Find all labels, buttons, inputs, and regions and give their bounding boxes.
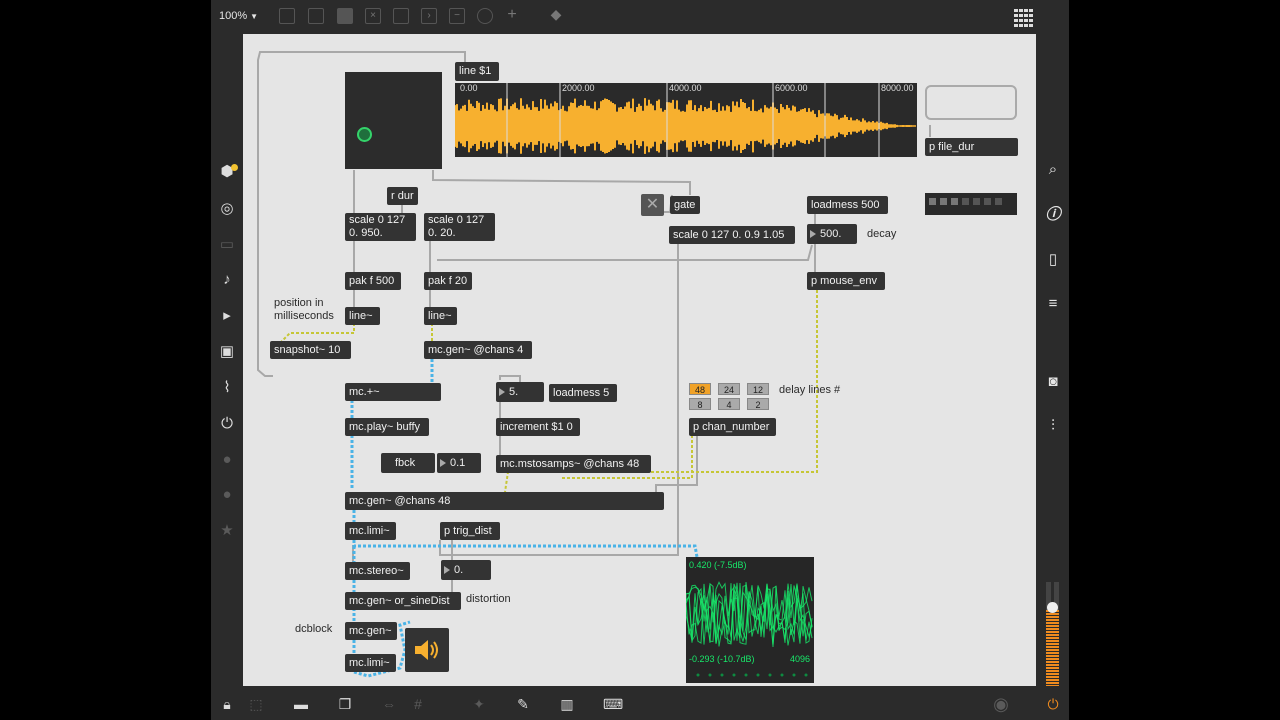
number-0-1[interactable]: 0.1 [437,453,481,473]
speaker-icon [415,640,438,660]
mc-mstosamps[interactable]: mc.mstosamps~ @chans 48 [496,455,651,473]
number-500[interactable]: 500. [807,224,857,244]
bottom-toolbar: 🔒︎ ⬚ ▬ ❐ ⇔ # ✦ ✎ ▥ ⌨ ◉ ⏻ [211,688,1069,720]
delay-tab-2[interactable]: 2 [747,398,769,410]
lock-icon[interactable]: 🔒︎ [218,696,236,712]
audio-output-button[interactable] [405,628,449,672]
snapshot-object[interactable]: snapshot~ 10 [270,341,351,359]
mc-plus[interactable]: mc.+~ [345,383,441,401]
fbck-attrui[interactable]: fbck [381,453,435,473]
position-comment: position in milliseconds [274,297,334,322]
mc-limi-2[interactable]: mc.limi~ [345,654,396,672]
p-file-dur[interactable]: p file_dur [925,138,1018,156]
mouse-pad[interactable] [345,72,442,169]
distortion-comment: distortion [466,593,511,605]
toggle-x[interactable]: ✕ [641,194,664,216]
grid-icon[interactable]: # [409,696,427,712]
increment-message[interactable]: increment $1 0 [496,418,580,436]
keyboard-icon[interactable]: ⌨ [603,696,623,712]
delay-tab-12[interactable]: 12 [747,383,769,395]
scale-object-1[interactable]: scale 0 127 0. 950. [345,213,416,241]
dcblock-comment: dcblock [295,623,333,635]
led-row [925,193,1017,215]
pak-f-20[interactable]: pak f 20 [424,272,472,290]
tick-label: 6000.00 [775,83,808,93]
loadmess-500[interactable]: loadmess 500 [807,196,888,214]
mc-gen-dcblock[interactable]: mc.gen~ [345,622,397,640]
number-0[interactable]: 0. [441,560,491,580]
mc-play-buffy[interactable]: mc.play~ buffy [345,418,429,436]
layers-icon[interactable]: ❐ [336,696,354,712]
chat-icon[interactable]: ▬ [292,696,310,712]
delay-tab-24[interactable]: 24 [718,383,740,395]
snap-icon[interactable]: ⇔ [380,696,398,712]
power-icon[interactable]: ⏻ [1044,696,1062,712]
line-tilde-1[interactable]: line~ [345,307,380,325]
r-dur[interactable]: r dur [387,187,418,205]
transport-icon[interactable]: ◉ [992,695,1010,713]
p-trig-dist[interactable]: p trig_dist [440,522,500,540]
mc-stereo[interactable]: mc.stereo~ [345,562,410,580]
scope-bottom-label: -0.293 (-10.7dB) [689,654,755,664]
delay-lines-comment: delay lines # [779,384,841,396]
number-5[interactable]: 5. [496,382,544,402]
mc-gen-chans-4[interactable]: mc.gen~ @chans 4 [424,341,532,359]
line-message[interactable]: line $1 [455,62,499,81]
pak-f-500[interactable]: pak f 500 [345,272,401,290]
waveform-display[interactable]: 0.00 2000.00 4000.00 6000.00 8000.00 [455,83,917,157]
scale-object-3[interactable]: scale 0 127 0. 0.9 1.05 [669,226,795,244]
drop-file-box[interactable] [925,85,1017,120]
gate-object[interactable]: gate [670,196,700,214]
presentation-icon[interactable]: ⬚ [247,696,265,712]
scope-top-label: 0.420 (-7.5dB) [689,560,747,570]
piano-icon[interactable]: ▥ [558,696,576,712]
scope-display: 0.420 (-7.5dB) -0.293 (-10.7dB) 4096 [686,557,814,683]
line-tilde-2[interactable]: line~ [424,307,457,325]
decay-comment: decay [867,228,897,240]
mc-limi-1[interactable]: mc.limi~ [345,522,396,540]
wrench-icon[interactable]: ✎ [514,696,532,712]
sparkle-icon[interactable]: ✦ [470,696,488,712]
delay-tab-4[interactable]: 4 [718,398,740,410]
mc-gen-chans-48[interactable]: mc.gen~ @chans 48 [345,492,664,510]
tick-label: 4000.00 [669,83,702,93]
tick-label: 2000.00 [562,83,595,93]
delay-tab-8[interactable]: 8 [689,398,711,410]
p-chan-number[interactable]: p chan_number [689,418,776,436]
mc-gen-sinedist[interactable]: mc.gen~ or_sineDist [345,592,461,610]
loadmess-5[interactable]: loadmess 5 [549,384,617,402]
scale-object-2[interactable]: scale 0 127 0. 20. [424,213,495,241]
tick-label: 0.00 [460,83,478,93]
p-mouse-env[interactable]: p mouse_env [807,272,885,290]
scope-count-label: 4096 [789,654,810,664]
tick-label: 8000.00 [881,83,914,93]
delay-tab-48[interactable]: 48 [689,383,711,395]
cursor-dot[interactable] [357,127,372,142]
